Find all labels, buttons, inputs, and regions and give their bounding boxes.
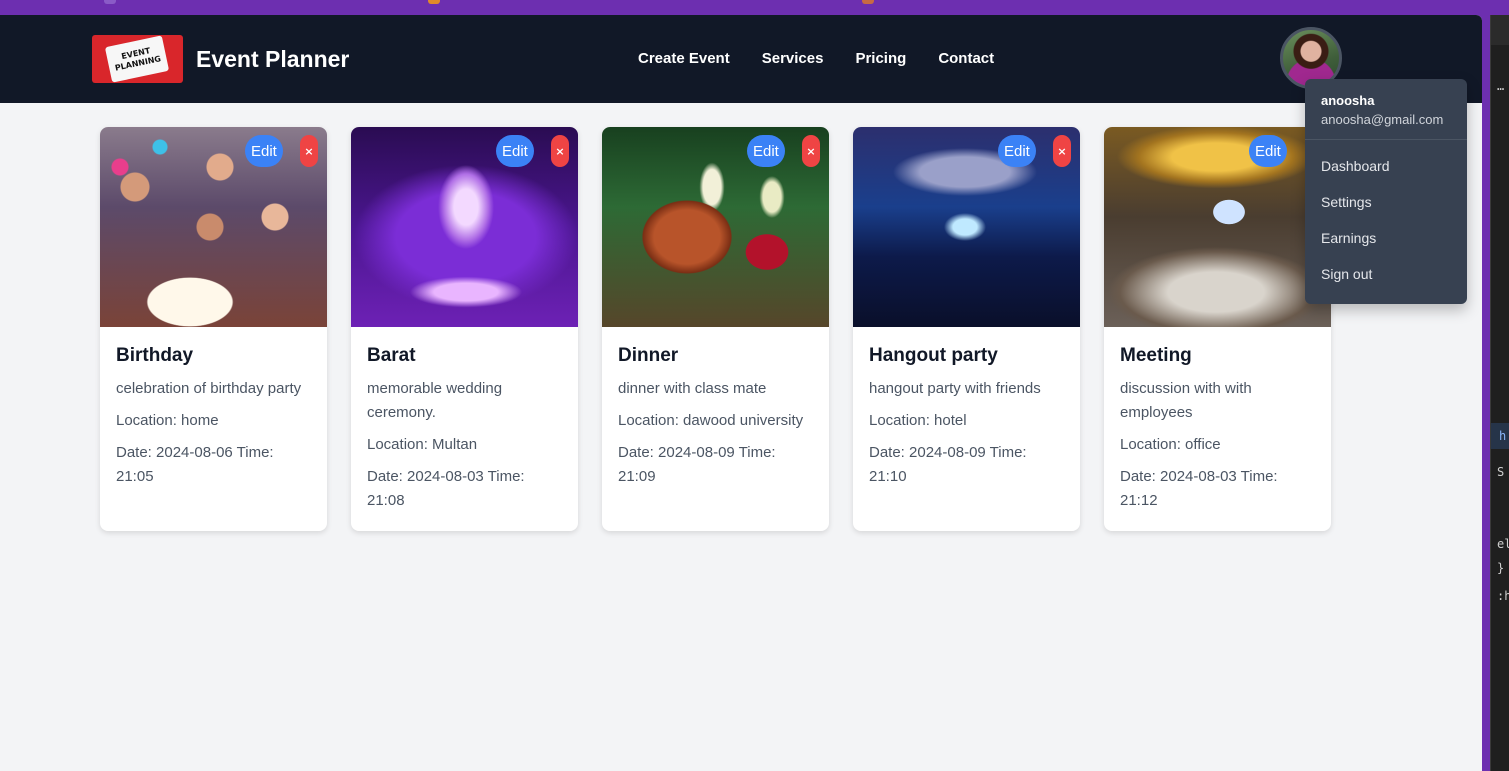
event-card: Edit × Dinner dinner with class mate Loc… <box>602 127 829 531</box>
edit-button[interactable]: Edit <box>496 135 534 167</box>
event-image: Edit × <box>853 127 1080 327</box>
devtools-panel: … h S el } :h <box>1490 15 1509 771</box>
devtools-tab[interactable] <box>1491 15 1509 45</box>
event-card-list: Edit × Birthday celebration of birthday … <box>100 127 1331 531</box>
event-datetime: Date: 2024-08-09 Time: 21:10 <box>869 444 1027 485</box>
event-card: Edit Meeting discussion with with employ… <box>1104 127 1331 531</box>
nav-contact[interactable]: Contact <box>938 50 994 67</box>
event-description: hangout party with friends <box>869 380 1041 397</box>
event-description: celebration of birthday party <box>116 380 302 397</box>
browser-frame-strip <box>0 0 1509 15</box>
event-card: Edit × Birthday celebration of birthday … <box>100 127 327 531</box>
tab-favicon-icon <box>862 0 874 4</box>
nav-services[interactable]: Services <box>762 50 824 67</box>
event-datetime: Date: 2024-08-06 Time: 21:05 <box>116 444 274 485</box>
user-menu-list: Dashboard Settings Earnings Sign out <box>1305 140 1467 292</box>
event-title: Hangout party <box>869 345 998 366</box>
edit-button[interactable]: Edit <box>998 135 1036 167</box>
devtools-more-icon[interactable]: … <box>1497 79 1504 93</box>
edit-button[interactable]: Edit <box>747 135 785 167</box>
delete-button[interactable]: × <box>802 135 820 167</box>
delete-button[interactable]: × <box>1053 135 1071 167</box>
edit-button[interactable]: Edit <box>1249 135 1287 167</box>
logo-ticket-icon: EVENT PLANNING <box>104 35 170 83</box>
nav-create-event[interactable]: Create Event <box>638 50 730 67</box>
event-title: Birthday <box>116 345 194 366</box>
user-name: anoosha <box>1321 93 1375 108</box>
event-card: Edit × Barat memorable wedding ceremony.… <box>351 127 578 531</box>
event-image: Edit × <box>602 127 829 327</box>
event-datetime: Date: 2024-08-03 Time: 21:08 <box>367 468 525 509</box>
event-description: dinner with class mate <box>618 380 767 397</box>
event-description: memorable wedding ceremony. <box>367 380 503 421</box>
event-card: Edit × Hangout party hangout party with … <box>853 127 1080 531</box>
event-image: Edit <box>1104 127 1331 327</box>
brand-logo: EVENT PLANNING <box>92 35 183 83</box>
navbar: EVENT PLANNING Event Planner Create Even… <box>0 15 1482 103</box>
tab-favicon-icon <box>428 0 440 4</box>
menu-item-settings[interactable]: Settings <box>1305 184 1467 220</box>
card-body: Dinner dinner with class mate Location: … <box>602 327 829 507</box>
user-info: anoosha anoosha@gmail.com <box>1305 79 1467 140</box>
menu-item-sign-out[interactable]: Sign out <box>1305 256 1467 292</box>
event-description: discussion with with employees <box>1120 380 1252 421</box>
brand[interactable]: EVENT PLANNING Event Planner <box>92 35 349 83</box>
event-location: Location: Multan <box>367 436 478 453</box>
devtools-selected-node[interactable]: h <box>1491 423 1509 449</box>
page-viewport: EVENT PLANNING Event Planner Create Even… <box>0 15 1482 771</box>
card-body: Barat memorable wedding ceremony. Locati… <box>351 327 578 531</box>
tab-edge-icon <box>104 0 116 4</box>
event-title: Dinner <box>618 345 679 366</box>
user-email: anoosha@gmail.com <box>1321 112 1444 127</box>
card-body: Birthday celebration of birthday party L… <box>100 327 327 507</box>
event-datetime: Date: 2024-08-03 Time: 21:12 <box>1120 468 1278 509</box>
delete-button[interactable]: × <box>551 135 569 167</box>
main-nav: Create Event Services Pricing Contact <box>638 50 994 67</box>
devtools-text: el <box>1497 537 1509 551</box>
event-title: Barat <box>367 345 416 366</box>
event-location: Location: home <box>116 412 219 429</box>
devtools-text: S <box>1497 465 1505 479</box>
event-image: Edit × <box>351 127 578 327</box>
event-datetime: Date: 2024-08-09 Time: 21:09 <box>618 444 776 485</box>
brand-name[interactable]: Event Planner <box>196 46 349 73</box>
event-location: Location: dawood university <box>618 412 804 429</box>
event-location: Location: hotel <box>869 412 967 429</box>
event-location: Location: office <box>1120 436 1221 453</box>
user-dropdown-menu: anoosha anoosha@gmail.com Dashboard Sett… <box>1305 79 1467 304</box>
edit-button[interactable]: Edit <box>245 135 283 167</box>
delete-button[interactable]: × <box>300 135 318 167</box>
menu-item-dashboard[interactable]: Dashboard <box>1305 148 1467 184</box>
card-body: Meeting discussion with with employees L… <box>1104 327 1331 531</box>
devtools-text: } <box>1497 561 1505 575</box>
devtools-text: :h <box>1497 589 1509 603</box>
event-title: Meeting <box>1120 345 1192 366</box>
menu-item-earnings[interactable]: Earnings <box>1305 220 1467 256</box>
nav-pricing[interactable]: Pricing <box>855 50 906 67</box>
card-body: Hangout party hangout party with friends… <box>853 327 1080 507</box>
event-image: Edit × <box>100 127 327 327</box>
